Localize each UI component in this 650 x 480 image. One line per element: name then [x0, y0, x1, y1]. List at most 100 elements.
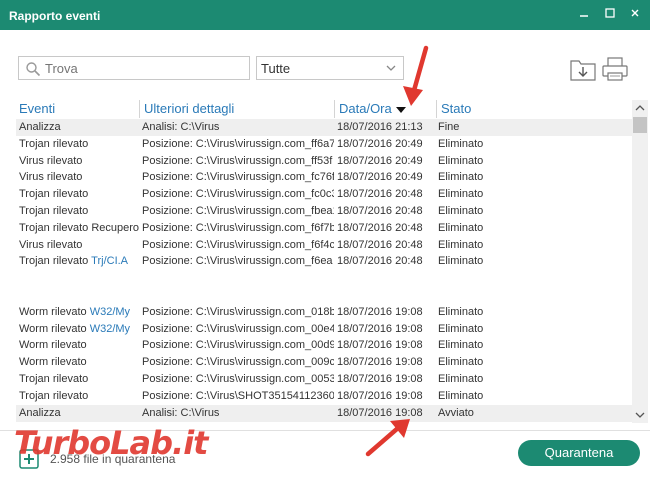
details-cell: Analisi: C:\Virus	[142, 406, 220, 419]
event-cell: Virus rilevato	[19, 237, 139, 254]
column-header-status[interactable]: Stato	[436, 100, 516, 118]
datetime-cell: 18/07/2016 20:48	[337, 188, 423, 201]
event-cell: Trojan rilevato	[19, 186, 139, 203]
details-cell: Posizione: C:\Virus\virussign.com_f6f4c	[142, 238, 334, 251]
details-cell: Posizione: C:\Virus\virussign.com_018b	[142, 305, 334, 318]
event-cell: Virus rilevato	[19, 169, 139, 186]
status-cell: Eliminato	[438, 305, 484, 318]
status-cell: Eliminato	[438, 389, 484, 402]
details-cell: Posizione: C:\Virus\virussign.com_fc0c3	[142, 188, 334, 201]
status-cell: Eliminato	[438, 373, 484, 385]
status-cell: Eliminato	[438, 188, 484, 201]
datetime-cell: 18/07/2016 19:08	[337, 305, 423, 318]
table-row[interactable]: Trojan rilevato Posizione: C:\Virus\virus…	[16, 186, 632, 203]
table-row[interactable]: Trojan rilevato Recupero Posizione: C:\Vi…	[16, 220, 632, 237]
status-cell: Eliminato	[438, 205, 484, 217]
table-row[interactable]: Trojan rilevato Trj/CI.A Posizione: C:\Vi…	[16, 253, 632, 270]
event-name: Trojan rilevato	[19, 205, 89, 217]
datetime-cell: 18/07/2016 20:49	[337, 137, 423, 150]
event-name: Trojan rilevato	[19, 373, 89, 385]
table-row[interactable]: Virus rilevato Posizione: C:\Virus\viruss…	[16, 169, 632, 186]
threat-name-link[interactable]: Trj/CI.A	[91, 255, 128, 267]
scrollbar-thumb[interactable]	[633, 117, 647, 133]
details-cell: Posizione: C:\Virus\virussign.com_f6ea	[142, 255, 333, 268]
maximize-button[interactable]	[600, 5, 620, 23]
quarantine-button[interactable]: Quarantena	[518, 440, 640, 466]
event-cell: Trojan rilevato	[19, 136, 139, 153]
event-name: Worm rilevato	[19, 356, 87, 369]
datetime-cell: 18/07/2016 20:49	[337, 154, 423, 167]
table-row[interactable]: Trojan rilevato Posizione: C:\Virus\virus…	[16, 203, 632, 220]
status-cell: Eliminato	[438, 255, 484, 268]
annotation-arrow-top	[403, 45, 429, 106]
table-row[interactable]: Worm rilevato W32/My Posizione: C:\Virus\…	[16, 304, 632, 321]
datetime-cell: 18/07/2016 19:08	[337, 373, 423, 385]
threat-name-link[interactable]: W32/My	[90, 323, 130, 335]
details-cell: Posizione: C:\Virus\SHOT351541123604	[142, 389, 334, 402]
event-cell: Trojan rilevato Trj/CI.A	[19, 253, 139, 270]
datetime-cell: 18/07/2016 20:48	[337, 255, 423, 268]
event-name: Trojan rilevato Recupero	[19, 221, 139, 234]
status-cell: Eliminato	[438, 238, 484, 251]
close-button[interactable]	[625, 5, 645, 23]
search-input[interactable]	[45, 59, 245, 77]
watermark-logo: TurboLab.it	[14, 424, 208, 462]
table-row[interactable]: Analizza Analisi: C:\Virus 18/07/2016 19:0…	[16, 404, 632, 422]
table-row[interactable]: Virus rilevato Posizione: C:\Virus\viruss…	[16, 237, 632, 254]
column-header-details[interactable]: Ulteriori dettagli	[139, 100, 334, 118]
datetime-cell: 18/07/2016 20:49	[337, 171, 423, 184]
search-box[interactable]	[18, 56, 250, 80]
event-name: Trojan rilevato	[19, 255, 92, 268]
export-icon[interactable]	[568, 56, 598, 82]
event-cell: Worm rilevato	[19, 354, 139, 371]
datetime-cell: 18/07/2016 20:48	[337, 221, 423, 234]
event-name: Trojan rilevato	[19, 137, 89, 150]
printer-icon[interactable]	[600, 56, 630, 82]
maximize-icon	[605, 8, 615, 18]
table-row[interactable]: Worm rilevato W32/My Posizione: C:\Virus\…	[16, 321, 632, 338]
column-header-events[interactable]: Eventi	[16, 100, 139, 118]
threat-name-link[interactable]: W32/My	[90, 306, 130, 318]
filter-select[interactable]: Tutte	[256, 56, 404, 80]
table-row[interactable]: Trojan rilevato Posizione: C:\Virus\virus…	[16, 136, 632, 153]
table-row[interactable]: Analizza Analisi: C:\Virus 18/07/2016 21:1…	[16, 119, 632, 136]
event-name: Worm rilevato	[19, 322, 90, 335]
event-name: Virus rilevato	[19, 154, 83, 167]
scroll-down-icon[interactable]	[632, 407, 648, 423]
status-cell: Eliminato	[438, 339, 484, 352]
table-row[interactable]: Trojan rilevato Posizione: C:\Virus\virus…	[16, 371, 632, 388]
title-bar: Rapporto eventi	[0, 0, 650, 30]
scroll-up-icon[interactable]	[632, 100, 648, 116]
status-cell: Eliminato	[438, 356, 484, 369]
search-icon	[26, 62, 41, 77]
details-cell: Posizione: C:\Virus\virussign.com_00e4	[142, 322, 334, 335]
chevron-down-icon	[386, 65, 396, 71]
window-title: Rapporto eventi	[9, 9, 101, 23]
minimize-button[interactable]	[574, 5, 594, 23]
datetime-cell: 18/07/2016 19:08	[337, 322, 423, 335]
event-name: Worm rilevato	[19, 339, 87, 352]
status-cell: Avviato	[438, 406, 474, 419]
event-cell: Worm rilevato W32/My	[19, 321, 139, 338]
datetime-cell: 18/07/2016 20:48	[337, 205, 423, 217]
close-icon	[631, 9, 639, 17]
table-row[interactable]: Worm rilevato Posizione: C:\Virus\virussi…	[16, 354, 632, 371]
datetime-cell: 18/07/2016 19:08	[337, 389, 423, 402]
status-cell: Eliminato	[438, 137, 484, 150]
status-cell: Eliminato	[438, 171, 484, 184]
events-table-body: Analizza Analisi: C:\Virus 18/07/2016 21:1…	[16, 119, 632, 423]
table-row[interactable]: Worm rilevato Posizione: C:\Virus\virussi…	[16, 337, 632, 354]
datetime-cell: 18/07/2016 19:08	[337, 356, 423, 369]
event-name: Worm rilevato	[19, 305, 90, 318]
event-name: Trojan rilevato	[19, 188, 89, 201]
event-name: Virus rilevato	[19, 171, 83, 184]
event-name: Analizza	[19, 406, 61, 419]
vertical-scrollbar[interactable]	[632, 100, 648, 423]
event-cell: Trojan rilevato	[19, 371, 139, 388]
details-cell: Posizione: C:\Virus\virussign.com_fbea1	[142, 205, 334, 217]
table-header: Eventi Ulteriori dettagli Data/Ora Stato	[16, 100, 632, 118]
table-row[interactable]: Virus rilevato Posizione: C:\Virus\viruss…	[16, 153, 632, 170]
event-cell: Virus rilevato	[19, 153, 139, 170]
details-cell: Posizione: C:\Virus\virussign.com_00d9	[142, 339, 334, 352]
table-row[interactable]: Trojan rilevato Posizione: C:\Virus\SHOT3…	[16, 388, 632, 405]
